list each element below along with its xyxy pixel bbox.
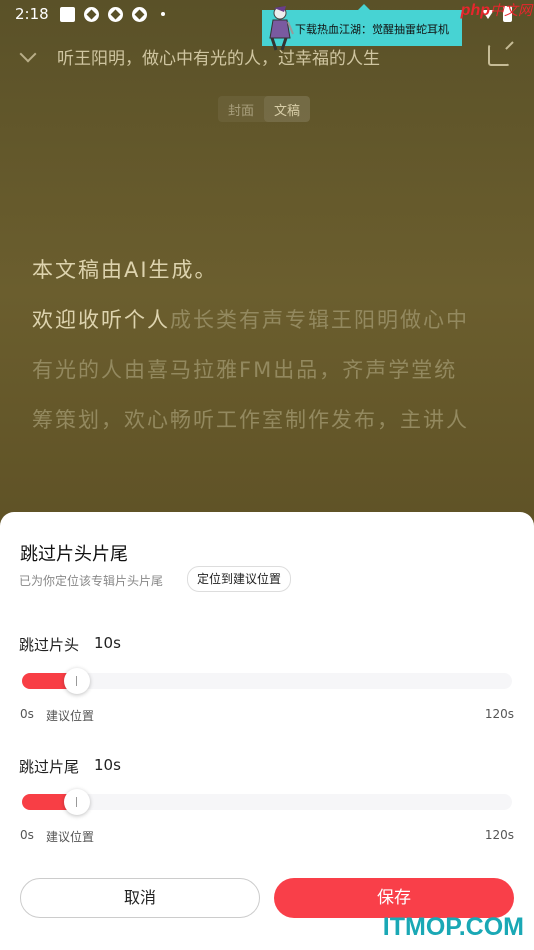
player-header: 听王阳明，做心中有光的人，过幸福的人生 bbox=[0, 36, 534, 76]
status-time: 2:18 bbox=[15, 5, 49, 23]
watermark-php: php bbox=[460, 2, 490, 19]
intro-label: 跳过片头 bbox=[19, 636, 80, 654]
outro-slider[interactable] bbox=[22, 789, 512, 815]
intro-min-label: 0s bbox=[20, 707, 34, 721]
itmop-watermark: ITMOP.COM bbox=[382, 913, 524, 941]
outro-value: 10s bbox=[94, 756, 121, 774]
collapse-chevron-icon[interactable] bbox=[19, 45, 37, 63]
outro-label: 跳过片尾 bbox=[19, 758, 80, 776]
view-tabs: 封面 文稿 bbox=[218, 96, 311, 122]
notification-app-icon bbox=[132, 7, 147, 22]
transcript-line: 欢迎收听个人成长类有声专辑王阳明做心中 bbox=[32, 295, 512, 345]
ad-text: 下载热血江湖：觉醒抽雷蛇耳机 bbox=[295, 23, 449, 36]
intro-slider-thumb[interactable] bbox=[64, 668, 90, 694]
transcript-line: 筹策划，欢心畅听工作室制作发布，主讲人 bbox=[32, 408, 469, 432]
notification-app-icon bbox=[108, 7, 123, 22]
intro-max-label: 120s bbox=[484, 707, 514, 721]
watermark-cn: 中文网 bbox=[490, 3, 532, 19]
transcript-line: 本文稿由AI生成。 bbox=[32, 258, 218, 282]
locate-suggested-button[interactable]: 定位到建议位置 bbox=[187, 566, 292, 592]
share-icon[interactable] bbox=[488, 44, 510, 66]
outro-min-label: 0s bbox=[20, 828, 34, 842]
outro-suggest-label: 建议位置 bbox=[46, 830, 95, 844]
transcript-line: 有光的人由喜马拉雅FM出品，齐声学堂统 bbox=[32, 358, 458, 382]
transcript-text: 本文稿由AI生成。 欢迎收听个人成长类有声专辑王阳明做心中 有光的人由喜马拉雅F… bbox=[32, 245, 512, 445]
sheet-title: 跳过片头片尾 bbox=[20, 544, 128, 565]
tab-transcript[interactable]: 文稿 bbox=[264, 96, 311, 122]
sheet-subtitle: 已为你定位该专辑片头片尾 bbox=[19, 574, 164, 588]
save-button[interactable]: 保存 bbox=[274, 878, 514, 918]
intro-slider[interactable] bbox=[22, 668, 512, 694]
intro-suggest-label: 建议位置 bbox=[46, 709, 95, 723]
transcript-highlight: 欢迎收听个人 bbox=[32, 308, 170, 332]
notification-app-icon bbox=[84, 7, 99, 22]
album-title: 听王阳明，做心中有光的人，过幸福的人生 bbox=[57, 49, 380, 69]
skip-intro-outro-sheet: 跳过片头片尾 已为你定位该专辑片头片尾 定位到建议位置 跳过片头 10s 0s … bbox=[0, 512, 534, 950]
transcript-rest: 成长类有声专辑王阳明做心中 bbox=[170, 308, 469, 332]
more-notifications-icon bbox=[161, 12, 165, 16]
outro-slider-thumb[interactable] bbox=[64, 789, 90, 815]
outro-max-label: 120s bbox=[484, 828, 514, 842]
site-watermark: php中文网 bbox=[461, 0, 532, 20]
intro-value: 10s bbox=[94, 634, 121, 652]
cancel-button[interactable]: 取消 bbox=[20, 878, 260, 918]
tab-cover[interactable]: 封面 bbox=[218, 96, 264, 122]
notification-square-icon bbox=[60, 7, 75, 22]
ad-pointer bbox=[358, 4, 370, 10]
